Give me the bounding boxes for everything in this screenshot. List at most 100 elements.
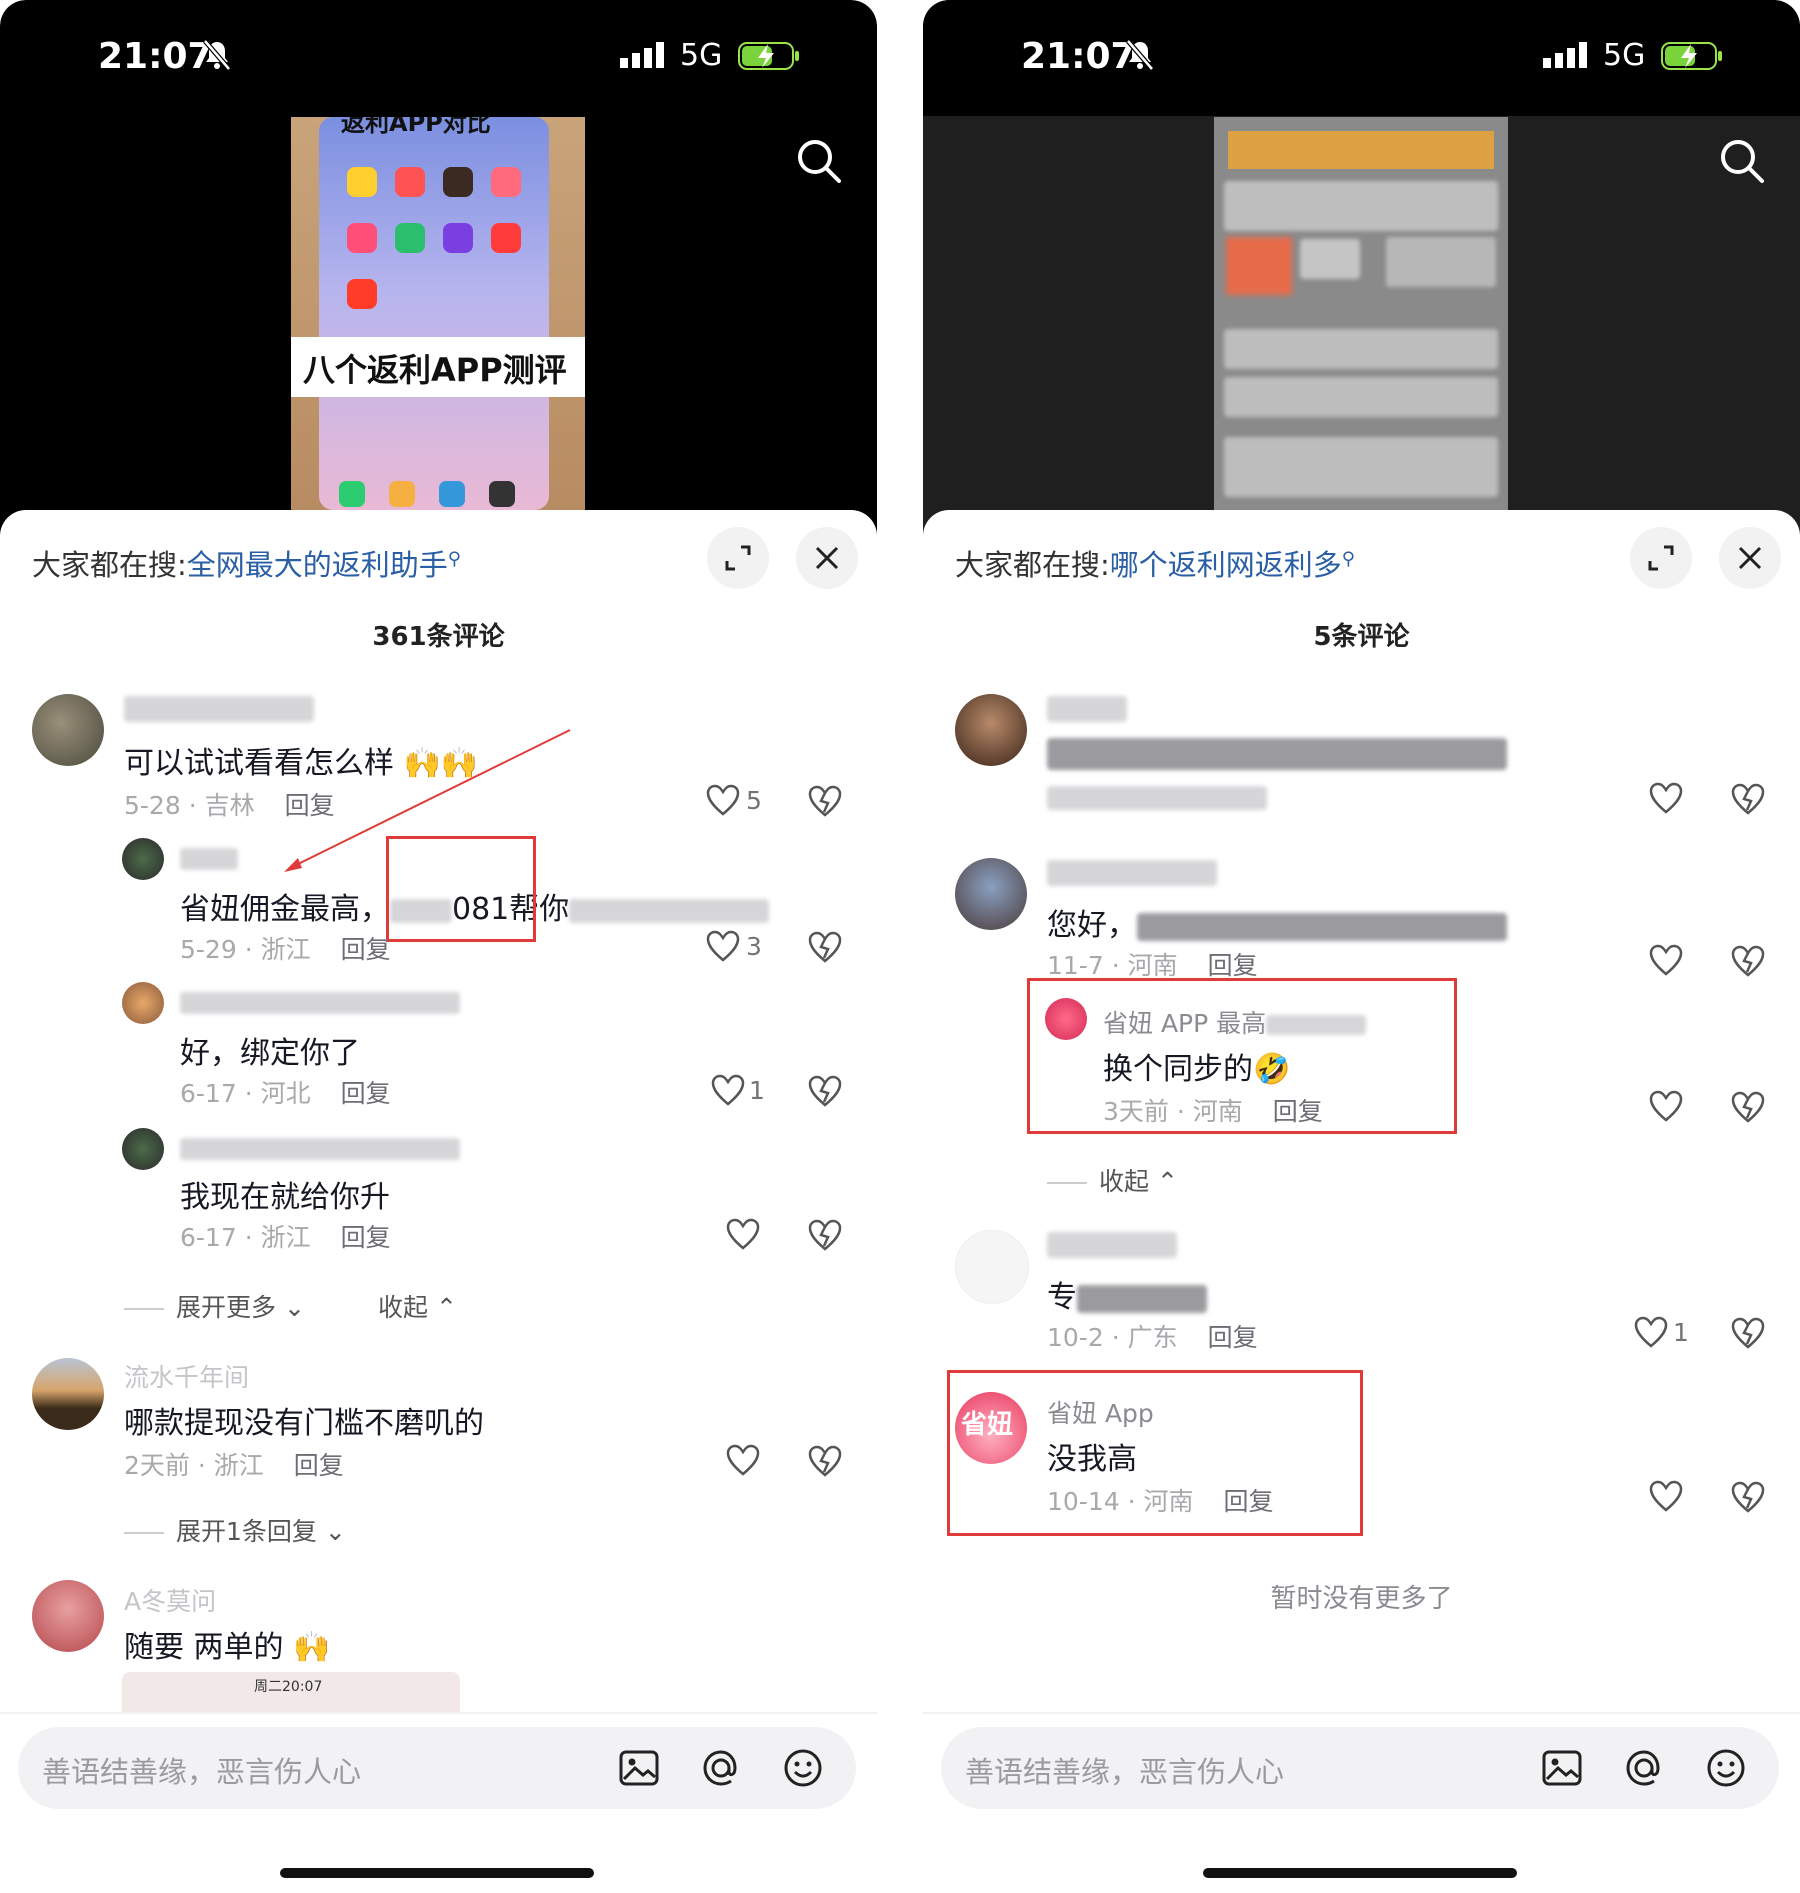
username-blurred[interactable]	[180, 848, 238, 870]
highlight-box	[386, 836, 536, 942]
hot-search-keyword[interactable]: 哪个返利网返利多	[1110, 548, 1342, 582]
hot-search[interactable]: 大家都在搜:哪个返利网返利多⚲	[955, 542, 1355, 584]
dislike-icon[interactable]	[1731, 782, 1765, 816]
image-icon[interactable]	[618, 1747, 660, 1789]
emoji-icon[interactable]	[1705, 1747, 1747, 1789]
heart-icon[interactable]	[1634, 1316, 1668, 1348]
username-blurred[interactable]	[124, 696, 314, 722]
video-background[interactable]: 21:07 5G	[923, 0, 1800, 540]
heart-icon[interactable]	[726, 1218, 760, 1250]
avatar-text: 省妞	[961, 1410, 1014, 1440]
emoji-icon[interactable]	[782, 1747, 824, 1789]
reply-button[interactable]: 回复	[341, 935, 391, 964]
reply-button[interactable]: 回复	[341, 1223, 391, 1252]
comment-text: 您好，	[1047, 900, 1507, 944]
network-type: 5G	[680, 38, 723, 73]
username-blurred[interactable]	[1047, 696, 1127, 722]
reply-button[interactable]: 回复	[1208, 951, 1258, 980]
dislike-icon[interactable]	[808, 1444, 842, 1478]
bell-muted-icon	[203, 39, 231, 71]
comment-meta: 2天前 · 浙江 回复	[124, 1451, 344, 1480]
expand-replies-button[interactable]: 展开1条回复 ⌄	[124, 1512, 346, 1548]
heart-icon[interactable]	[726, 1444, 760, 1476]
laugh-emoji-icon: 🤣	[1253, 1052, 1291, 1087]
comment-date: 11-7	[1047, 951, 1104, 980]
comment-meta: 3天前 · 河南 回复	[1103, 1097, 1323, 1126]
heart-icon[interactable]	[711, 1074, 745, 1106]
search-icon[interactable]	[796, 138, 842, 184]
reply-button[interactable]: 回复	[1224, 1487, 1274, 1516]
collapse-button[interactable]: 收起 ⌃	[378, 1288, 457, 1324]
heart-icon[interactable]	[1649, 1480, 1683, 1512]
comment-meta: 5-29 · 浙江 回复	[180, 935, 391, 964]
comment-region: 广东	[1127, 1323, 1178, 1352]
dislike-icon[interactable]	[1731, 1480, 1765, 1514]
comment-text: 好，绑定你了	[180, 1036, 360, 1071]
avatar[interactable]	[955, 694, 1027, 766]
home-indicator[interactable]	[280, 1868, 594, 1878]
video-top-text: 返利APP对比	[341, 117, 491, 137]
dislike-icon[interactable]	[808, 1074, 842, 1108]
dislike-icon[interactable]	[808, 1218, 842, 1252]
username[interactable]: 流水千年间	[124, 1358, 249, 1394]
username[interactable]: A冬莫问	[124, 1582, 216, 1618]
avatar[interactable]	[1045, 998, 1087, 1040]
heart-icon[interactable]	[706, 784, 740, 816]
search-icon[interactable]	[1719, 138, 1765, 184]
avatar[interactable]	[955, 1230, 1029, 1304]
username-blurred[interactable]	[180, 992, 460, 1014]
username-blurred[interactable]	[1047, 860, 1217, 886]
comment-region: 吉林	[204, 791, 255, 820]
video-background[interactable]: 21:07 5G 返利APP对比 八个返利APP测评	[0, 0, 877, 540]
reply-button[interactable]: 回复	[1208, 1323, 1258, 1352]
comment-image[interactable]: 周二20:07	[122, 1672, 460, 1712]
dislike-icon[interactable]	[1731, 944, 1765, 978]
expand-button[interactable]	[1630, 527, 1692, 589]
image-icon[interactable]	[1541, 1747, 1583, 1789]
at-icon[interactable]	[700, 1747, 742, 1789]
hot-search-keyword[interactable]: 全网最大的返利助手	[187, 548, 448, 582]
avatar[interactable]	[32, 694, 104, 766]
heart-icon[interactable]	[1649, 1090, 1683, 1122]
expand-button[interactable]	[707, 527, 769, 589]
heart-icon[interactable]	[1649, 782, 1683, 814]
small-search-icon: ⚲	[1341, 548, 1355, 570]
heart-icon[interactable]	[706, 930, 740, 962]
dislike-icon[interactable]	[1731, 1316, 1765, 1350]
comment-text: 换个同步的🤣	[1103, 1052, 1291, 1087]
chevron-down-icon: ⌄	[316, 1517, 346, 1546]
reply-button[interactable]: 回复	[1273, 1097, 1323, 1126]
emoji-icon: 🙌	[283, 1630, 331, 1665]
avatar[interactable]	[122, 982, 164, 1024]
video-banner-text: 八个返利APP测评	[303, 351, 567, 389]
dislike-icon[interactable]	[808, 784, 842, 818]
username-blurred[interactable]	[1047, 1232, 1177, 1258]
reply-button[interactable]: 回复	[294, 1451, 344, 1480]
collapse-button[interactable]: 收起 ⌃	[1047, 1162, 1178, 1198]
username[interactable]: 省妞 APP 最高	[1103, 1004, 1367, 1040]
avatar[interactable]: 省妞	[955, 1392, 1027, 1464]
comment-input[interactable]: 善语结善缘，恶言伤人心	[18, 1727, 856, 1809]
expand-icon	[725, 545, 751, 571]
heart-icon[interactable]	[1649, 944, 1683, 976]
avatar[interactable]	[122, 1128, 164, 1170]
avatar[interactable]	[32, 1358, 104, 1430]
username-blurred[interactable]	[180, 1138, 460, 1160]
hot-search[interactable]: 大家都在搜:全网最大的返利助手⚲	[32, 542, 461, 584]
close-button[interactable]	[1719, 527, 1781, 589]
avatar[interactable]	[122, 838, 164, 880]
dislike-icon[interactable]	[808, 930, 842, 964]
avatar[interactable]	[955, 858, 1027, 930]
reply-button[interactable]: 回复	[341, 1079, 391, 1108]
close-button[interactable]	[796, 527, 858, 589]
comment-input[interactable]: 善语结善缘，恶言伤人心	[941, 1727, 1779, 1809]
comment-date: 10-14	[1047, 1487, 1120, 1516]
expand-more-button[interactable]: 展开更多 ⌄	[124, 1288, 305, 1324]
avatar[interactable]	[32, 1580, 104, 1652]
username[interactable]: 省妞 App	[1047, 1394, 1154, 1430]
comment-region: 浙江	[260, 935, 311, 964]
bell-muted-icon	[1126, 39, 1154, 71]
home-indicator[interactable]	[1203, 1868, 1517, 1878]
at-icon[interactable]	[1623, 1747, 1665, 1789]
dislike-icon[interactable]	[1731, 1090, 1765, 1124]
